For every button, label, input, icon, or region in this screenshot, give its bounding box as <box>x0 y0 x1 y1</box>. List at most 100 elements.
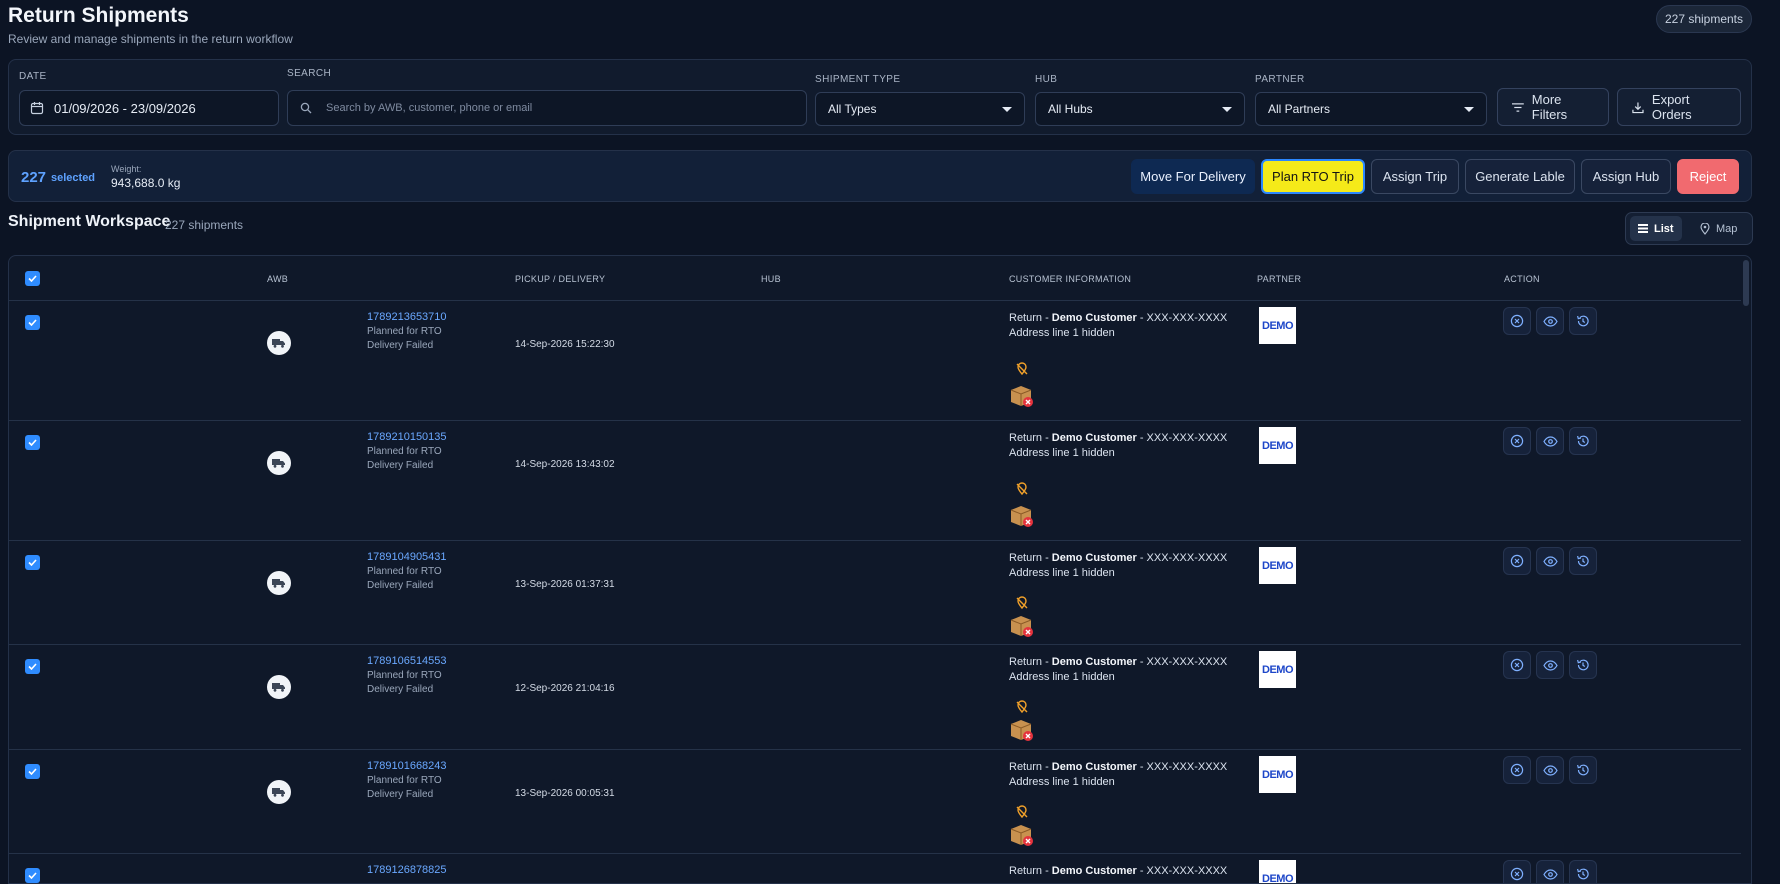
cancel-icon <box>1510 554 1524 568</box>
row-checkbox[interactable] <box>25 315 40 330</box>
shipment-type-value: All Types <box>828 102 877 116</box>
customer-info: Return - Demo Customer - XXX-XXX-XXXX <box>1009 656 1228 668</box>
partner-label: PARTNER <box>1255 74 1305 85</box>
eye-icon <box>1542 435 1558 447</box>
list-view-label: List <box>1654 222 1674 235</box>
shipments-table: AWB PICKUP / DELIVERY HUB CUSTOMER INFOR… <box>8 255 1752 884</box>
export-orders-label: Export Orders <box>1651 92 1692 122</box>
package-failed-icon <box>1009 382 1035 413</box>
cancel-icon <box>1510 434 1524 448</box>
row-checkbox[interactable] <box>25 764 40 779</box>
package-failed-icon <box>1009 716 1035 747</box>
table-row[interactable]: 1789210150135 Planned for RTO Delivery F… <box>9 421 1741 541</box>
eye-icon <box>1542 868 1558 880</box>
column-hub: HUB <box>761 274 781 284</box>
hub-select[interactable]: All Hubs <box>1035 92 1245 126</box>
search-icon <box>300 102 312 114</box>
cancel-button[interactable] <box>1503 756 1531 784</box>
row-checkbox[interactable] <box>25 435 40 450</box>
check-icon <box>28 663 37 670</box>
row-checkbox[interactable] <box>25 659 40 674</box>
status-delivery-failed: Delivery Failed <box>367 340 434 351</box>
assign-hub-button[interactable]: Assign Hub <box>1581 159 1671 194</box>
cancel-icon <box>1510 314 1524 328</box>
awb-link[interactable]: 1789213653710 <box>367 311 447 323</box>
customer-address: Address line 1 hidden <box>1009 671 1115 683</box>
date-label: DATE <box>19 71 47 82</box>
awb-link[interactable]: 1789101668243 <box>367 760 447 772</box>
awb-link[interactable]: 1789106514553 <box>367 655 447 667</box>
table-row[interactable]: 1789101668243 Planned for RTO Delivery F… <box>9 750 1741 854</box>
generate-lable-button[interactable]: Generate Lable <box>1465 159 1575 194</box>
reject-button[interactable]: Reject <box>1677 159 1739 194</box>
view-button[interactable] <box>1536 860 1564 883</box>
selection-bar: 227 selected Weight: 943,688.0 kg Move F… <box>8 150 1752 202</box>
date-range-picker[interactable]: 01/09/2026 - 23/09/2026 <box>19 90 279 126</box>
list-view-button[interactable]: List <box>1630 216 1682 241</box>
weight-label: Weight: <box>111 164 142 174</box>
history-button[interactable] <box>1569 756 1597 784</box>
view-button[interactable] <box>1536 651 1564 679</box>
history-icon <box>1577 764 1589 776</box>
view-button[interactable] <box>1536 427 1564 455</box>
row-checkbox[interactable] <box>25 868 40 883</box>
view-button[interactable] <box>1536 756 1564 784</box>
customer-info: Return - Demo Customer - XXX-XXX-XXXX <box>1009 761 1228 773</box>
cancel-button[interactable] <box>1503 307 1531 335</box>
history-button[interactable] <box>1569 547 1597 575</box>
customer-info: Return - Demo Customer - XXX-XXX-XXXX <box>1009 552 1228 564</box>
check-icon <box>28 275 37 282</box>
filter-icon <box>1512 102 1524 112</box>
status-planned: Planned for RTO <box>367 566 442 577</box>
column-customer-information: CUSTOMER INFORMATION <box>1009 274 1132 284</box>
table-row[interactable]: 1789106514553 Planned for RTO Delivery F… <box>9 645 1741 750</box>
truck-icon <box>267 451 291 475</box>
history-button[interactable] <box>1569 307 1597 335</box>
list-icon <box>1638 224 1648 233</box>
cancel-button[interactable] <box>1503 547 1531 575</box>
customer-info: Return - Demo Customer - XXX-XXX-XXXX <box>1009 865 1228 877</box>
more-filters-button[interactable]: More Filters <box>1497 88 1609 126</box>
search-input[interactable]: Search by AWB, customer, phone or email <box>287 90 807 126</box>
check-icon <box>28 319 37 326</box>
assign-trip-button[interactable]: Assign Trip <box>1371 159 1459 194</box>
no-location-icon <box>1015 482 1029 501</box>
download-icon <box>1632 101 1644 113</box>
export-orders-button[interactable]: Export Orders <box>1617 88 1741 126</box>
table-row[interactable]: 1789126878825 Return - Demo Customer - X… <box>9 854 1741 883</box>
more-filters-label: More Filters <box>1531 92 1568 122</box>
awb-link[interactable]: 1789104905431 <box>367 551 447 563</box>
partner-logo: DEMO <box>1259 307 1296 344</box>
plan-rto-trip-button[interactable]: Plan RTO Trip <box>1261 159 1365 194</box>
view-button[interactable] <box>1536 307 1564 335</box>
map-view-button[interactable]: Map <box>1692 216 1745 241</box>
history-button[interactable] <box>1569 427 1597 455</box>
shipment-type-select[interactable]: All Types <box>815 92 1025 126</box>
awb-link[interactable]: 1789126878825 <box>367 864 447 876</box>
history-button[interactable] <box>1569 651 1597 679</box>
check-icon <box>28 439 37 446</box>
move-for-delivery-button[interactable]: Move For Delivery <box>1131 159 1255 194</box>
check-icon <box>28 768 37 775</box>
selected-count: 227 <box>21 169 47 186</box>
row-checkbox[interactable] <box>25 555 40 570</box>
cancel-button[interactable] <box>1503 860 1531 883</box>
cancel-button[interactable] <box>1503 651 1531 679</box>
view-button[interactable] <box>1536 547 1564 575</box>
customer-address: Address line 1 hidden <box>1009 447 1115 459</box>
partner-logo: DEMO <box>1259 651 1296 688</box>
cancel-icon <box>1510 658 1524 672</box>
awb-link[interactable]: 1789210150135 <box>367 431 447 443</box>
table-row[interactable]: 1789213653710 Planned for RTO Delivery F… <box>9 301 1741 421</box>
history-button[interactable] <box>1569 860 1597 883</box>
cancel-button[interactable] <box>1503 427 1531 455</box>
history-icon <box>1577 315 1589 327</box>
view-toggle: List Map <box>1625 212 1753 245</box>
page-subtitle: Review and manage shipments in the retur… <box>8 32 293 46</box>
check-icon <box>28 559 37 566</box>
partner-select[interactable]: All Partners <box>1255 92 1487 126</box>
table-row[interactable]: 1789104905431 Planned for RTO Delivery F… <box>9 541 1741 645</box>
table-scrollbar[interactable] <box>1743 260 1749 306</box>
select-all-checkbox[interactable] <box>25 271 40 286</box>
eye-icon <box>1542 659 1558 671</box>
